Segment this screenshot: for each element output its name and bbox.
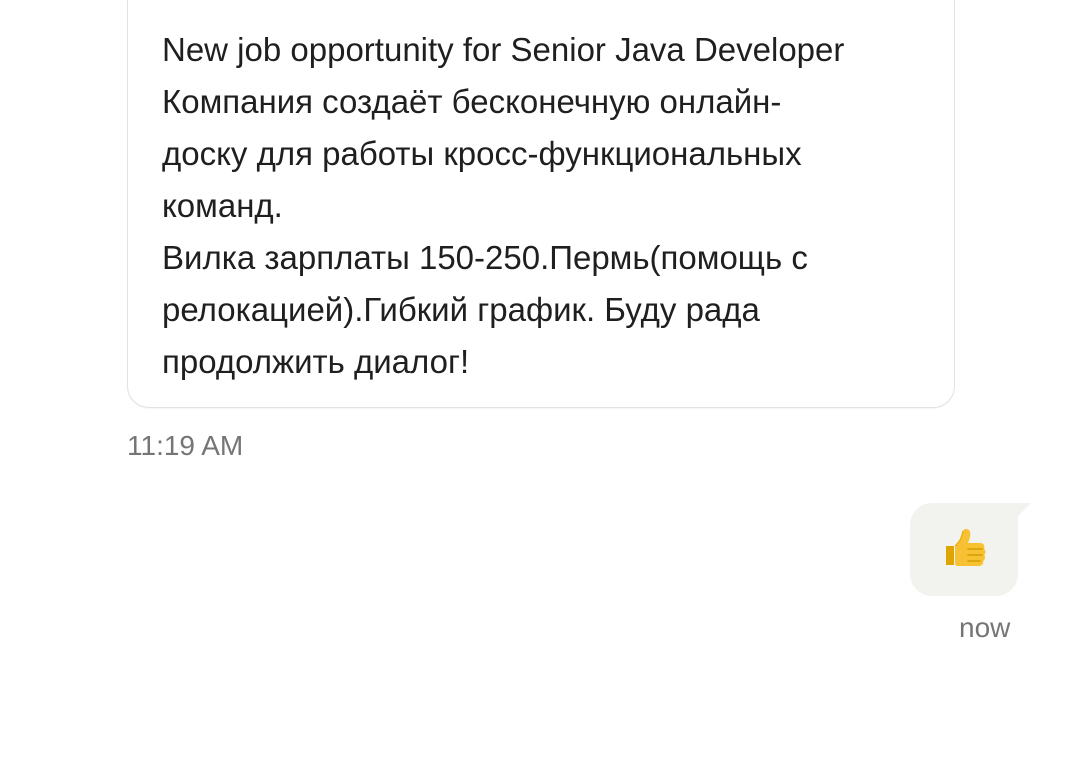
message-line: продолжить диалог! [162,343,470,380]
message-line: релокацией).Гибкий график. Буду рада [162,291,760,328]
outgoing-message-timestamp: now [959,612,1011,643]
thumbs-up-icon [946,528,986,566]
message-line: доску для работы кросс-функциональных [162,135,802,172]
message-line: New job opportunity for Senior Java Deve… [162,31,845,68]
incoming-message-text: New job opportunity for Senior Java Deve… [162,24,942,388]
incoming-message-timestamp: 11:19 AM [127,430,244,461]
message-line: Вилка зарплаты 150-250.Пермь(помощь с [162,239,808,276]
message-line: команд. [162,187,283,224]
chat-thread: New job opportunity for Senior Java Deve… [0,0,1080,773]
message-line: Компания создаёт бесконечную онлайн- [162,83,782,120]
outgoing-message-bubble[interactable] [910,503,1018,596]
outgoing-bubble-tail [1017,503,1031,517]
incoming-message-bubble[interactable]: New job opportunity for Senior Java Deve… [127,0,955,408]
